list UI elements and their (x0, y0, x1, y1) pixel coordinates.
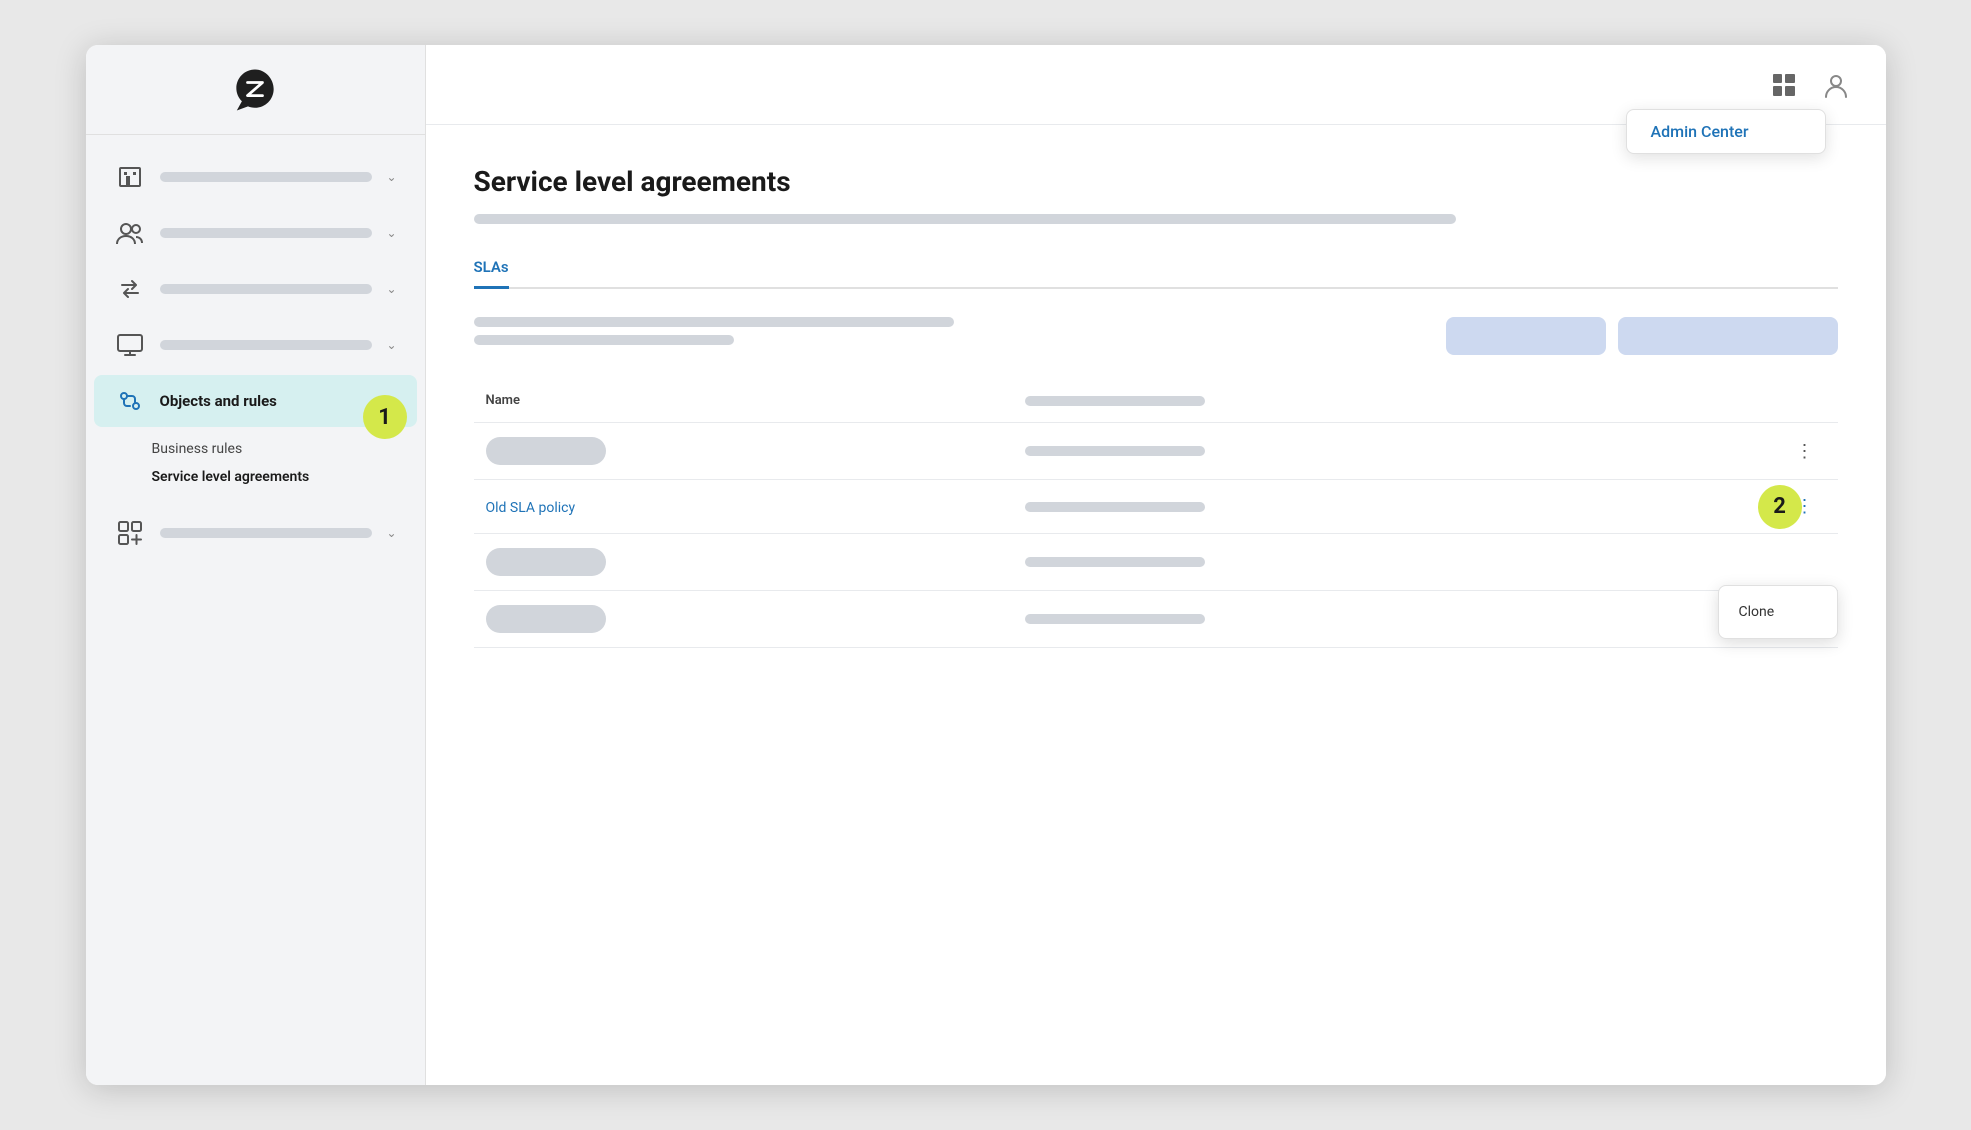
action-button-2[interactable] (1618, 317, 1838, 355)
clone-menu-item[interactable]: Clone (1719, 594, 1837, 630)
more-options-button[interactable]: ⋮ (1790, 439, 1820, 464)
description-bar (474, 214, 1456, 224)
metric-bar (1025, 446, 1205, 456)
action-button-1[interactable] (1446, 317, 1606, 355)
table-row: Old SLA policy ⋮ 2 (474, 480, 1838, 534)
cell-metric (1013, 423, 1777, 480)
cell-action (1778, 534, 1838, 591)
name-placeholder (486, 437, 606, 465)
chevron-down-icon: ⌄ (386, 338, 396, 352)
admin-center-link[interactable]: Admin Center (1651, 122, 1749, 141)
col-name: Name (474, 379, 1014, 423)
step-badge-1: 1 (363, 395, 407, 439)
sla-policy-link[interactable]: Old SLA policy (486, 500, 576, 516)
cell-metric (1013, 591, 1777, 648)
sidebar: ⌄ ⌄ ⌄ (86, 45, 426, 1085)
chevron-down-icon: ⌄ (386, 170, 396, 184)
step-badge-2: 2 (1758, 485, 1802, 529)
cell-name: Old SLA policy (474, 480, 1014, 534)
action-text-block (474, 317, 954, 345)
sidebar-item-objects-rules[interactable]: Objects and rules ⌄ 1 (94, 375, 417, 427)
monitor-icon (114, 329, 146, 361)
col-header-bar (1025, 396, 1205, 406)
sidebar-item-organization[interactable]: ⌄ (94, 151, 417, 203)
grid-icon-graphic (1773, 74, 1795, 96)
sidebar-item-label-bar (160, 340, 373, 350)
cell-name (474, 591, 1014, 648)
sidebar-logo (86, 45, 425, 135)
cell-metric (1013, 480, 1777, 534)
admin-center-dropdown: Admin Center (1626, 109, 1826, 154)
sidebar-item-label-bar (160, 172, 373, 182)
action-buttons (1446, 317, 1838, 355)
name-placeholder (486, 548, 606, 576)
content-area: Service level agreements SLAs (426, 125, 1886, 1085)
sidebar-item-business-rules[interactable]: Business rules (152, 435, 425, 463)
page-title: Service level agreements (474, 165, 1838, 198)
tabs: SLAs (474, 248, 1838, 289)
sidebar-nav: ⌄ ⌄ ⌄ (86, 135, 425, 1085)
cell-action: ⋮ 2 (1778, 480, 1838, 534)
sidebar-item-workspace[interactable]: ⌄ (94, 319, 417, 371)
topbar: Admin Center (426, 45, 1886, 125)
sidebar-item-service-level-agreements[interactable]: Service level agreements (152, 463, 425, 491)
cell-name (474, 534, 1014, 591)
table-row: ⋮ (474, 591, 1838, 648)
sidebar-item-label-bar (160, 228, 373, 238)
people-icon (114, 217, 146, 249)
building-icon (114, 161, 146, 193)
action-desc-bar-2 (474, 335, 734, 345)
sidebar-item-label: Objects and rules (160, 392, 277, 410)
metric-bar (1025, 614, 1205, 624)
col-metric (1013, 379, 1777, 423)
action-desc-bar-1 (474, 317, 954, 327)
cell-name (474, 423, 1014, 480)
clone-dropdown: Clone (1718, 585, 1838, 639)
metric-bar (1025, 502, 1205, 512)
sidebar-item-marketplace[interactable]: ⌄ (94, 507, 417, 559)
cell-metric (1013, 534, 1777, 591)
sidebar-item-channels[interactable]: ⌄ (94, 263, 417, 315)
sidebar-item-people[interactable]: ⌄ (94, 207, 417, 259)
sla-table: Name (474, 379, 1838, 648)
action-row (474, 317, 1838, 355)
objects-rules-subnav: Business rules Service level agreements (86, 431, 425, 495)
chevron-down-icon: ⌄ (386, 282, 396, 296)
main-content: Admin Center Service level agreements SL… (426, 45, 1886, 1085)
table-row: ⋮ (474, 423, 1838, 480)
arrows-icon (114, 273, 146, 305)
table-header-row: Name (474, 379, 1838, 423)
objects-icon (114, 385, 146, 417)
user-profile-icon[interactable] (1818, 67, 1854, 103)
col-actions (1778, 379, 1838, 423)
tab-slas[interactable]: SLAs (474, 248, 509, 289)
chevron-down-icon: ⌄ (386, 526, 396, 540)
zendesk-logo-icon (227, 62, 283, 118)
metric-bar (1025, 557, 1205, 567)
marketplace-icon (114, 517, 146, 549)
topbar-icons (1766, 67, 1854, 103)
sidebar-item-label-bar (160, 284, 373, 294)
chevron-down-icon: ⌄ (386, 226, 396, 240)
name-placeholder (486, 605, 606, 633)
apps-grid-icon[interactable] (1766, 67, 1802, 103)
cell-action: ⋮ (1778, 423, 1838, 480)
sidebar-item-label-bar (160, 528, 373, 538)
table-row (474, 534, 1838, 591)
